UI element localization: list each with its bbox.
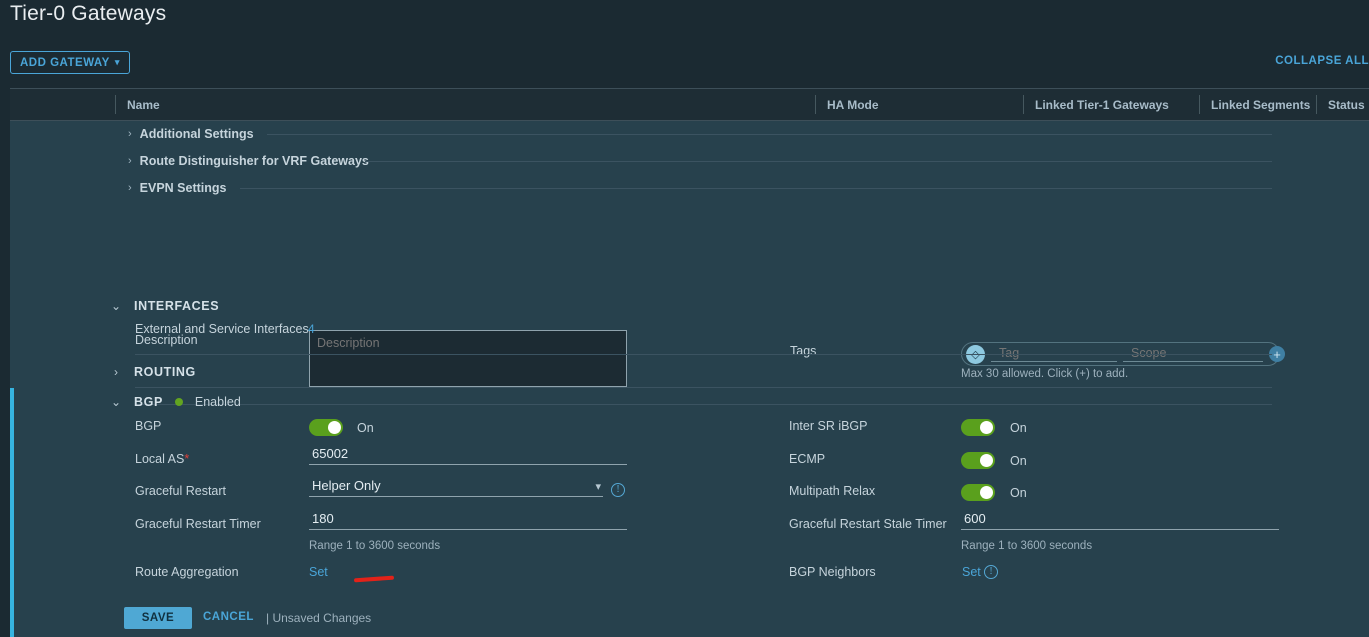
inter-sr-ibgp-state: On xyxy=(1010,421,1027,435)
graceful-restart-label: Graceful Restart xyxy=(135,484,227,498)
stale-timer-input[interactable] xyxy=(961,511,1279,530)
bgp-section-accent-bar xyxy=(10,388,14,637)
ecmp-toggle[interactable] xyxy=(961,452,995,469)
table-column-linked-tier1-gateways[interactable]: Linked Tier-1 Gateways xyxy=(1023,88,1199,121)
add-gateway-button[interactable]: ADD GATEWAY ▾ xyxy=(10,51,130,74)
divider xyxy=(135,404,1272,405)
chevron-right-icon: › xyxy=(128,182,132,194)
local-as-label: Local AS* xyxy=(135,452,189,466)
tags-label: Tags xyxy=(790,344,817,358)
section-label: ROUTING xyxy=(134,365,196,379)
unsaved-changes-label: | Unsaved Changes xyxy=(266,611,372,625)
multipath-relax-state: On xyxy=(1010,486,1027,500)
subsection-label: Additional Settings xyxy=(139,127,254,141)
annotation-underline-local-as xyxy=(353,575,395,583)
gateway-detail-panel: › Additional Settings › Route Distinguis… xyxy=(10,121,1369,637)
ecmp-label: ECMP xyxy=(789,452,826,466)
chevron-right-icon: › xyxy=(128,155,132,167)
table-column-blank[interactable] xyxy=(10,88,115,121)
graceful-restart-info-icon[interactable]: ! xyxy=(611,483,625,497)
section-label: INTERFACES xyxy=(134,299,220,313)
divider xyxy=(135,354,1272,355)
gateways-table-header: Name HA Mode Linked Tier-1 Gateways Link… xyxy=(10,88,1369,121)
page-title: Tier-0 Gateways xyxy=(10,2,167,25)
add-gateway-label: ADD GATEWAY xyxy=(20,56,110,69)
bgp-neighbors-info-icon[interactable]: ! xyxy=(984,565,998,579)
section-label: BGP xyxy=(134,395,163,409)
external-service-interfaces-count[interactable]: 4 xyxy=(308,322,315,336)
bgp-neighbors-label: BGP Neighbors xyxy=(789,565,876,579)
graceful-restart-timer-input[interactable] xyxy=(309,511,627,530)
save-button[interactable]: SAVE xyxy=(124,607,192,629)
bgp-status-dot xyxy=(174,398,183,406)
external-service-interfaces-label: External and Service Interfaces xyxy=(135,322,309,336)
tags-hint: Max 30 allowed. Click (+) to add. xyxy=(961,368,1129,380)
subsection-label: Route Distinguisher for VRF Gateways xyxy=(139,154,369,168)
route-aggregation-label: Route Aggregation xyxy=(135,565,239,579)
chevron-down-icon: ⌄ xyxy=(110,299,122,313)
chevron-right-icon: › xyxy=(114,365,118,379)
subsection-additional-settings[interactable]: › Additional Settings xyxy=(128,127,254,141)
inter-sr-ibgp-toggle[interactable] xyxy=(961,419,995,436)
divider xyxy=(365,161,1272,162)
stale-timer-label: Graceful Restart Stale Timer xyxy=(789,517,947,531)
chevron-down-icon: ▾ xyxy=(114,57,120,67)
table-column-status[interactable]: Status xyxy=(1316,88,1369,121)
bgp-status-text: Enabled xyxy=(194,395,241,409)
bgp-neighbors-set-link[interactable]: Set xyxy=(962,565,981,579)
ecmp-state: On xyxy=(1010,454,1027,468)
inter-sr-ibgp-label: Inter SR iBGP xyxy=(789,419,868,433)
subsection-label: EVPN Settings xyxy=(139,181,227,195)
cancel-button[interactable]: CANCEL xyxy=(203,611,254,623)
description-input[interactable] xyxy=(309,330,627,387)
chevron-down-icon: ▾ xyxy=(595,481,601,493)
route-aggregation-set-link[interactable]: Set xyxy=(309,565,328,579)
stale-timer-hint: Range 1 to 3600 seconds xyxy=(961,540,1093,552)
section-interfaces[interactable]: ⌄ INTERFACES xyxy=(110,299,219,313)
chevron-down-icon: ⌄ xyxy=(110,395,122,409)
divider xyxy=(240,188,1272,189)
local-as-label-text: Local AS xyxy=(135,452,185,466)
graceful-restart-timer-hint: Range 1 to 3600 seconds xyxy=(309,540,441,552)
bgp-toggle-label: BGP xyxy=(135,419,162,433)
multipath-relax-toggle[interactable] xyxy=(961,484,995,501)
bgp-toggle[interactable] xyxy=(309,419,343,436)
divider xyxy=(135,387,1272,388)
graceful-restart-select[interactable]: Helper Only ▾ xyxy=(309,478,603,497)
multipath-relax-label: Multipath Relax xyxy=(789,484,876,498)
collapse-all-button[interactable]: COLLAPSE ALL xyxy=(1275,55,1369,67)
bgp-toggle-state: On xyxy=(357,421,374,435)
table-column-linked-segments[interactable]: Linked Segments xyxy=(1199,88,1316,121)
graceful-restart-timer-label: Graceful Restart Timer xyxy=(135,517,261,531)
section-routing[interactable]: › ROUTING xyxy=(110,365,196,379)
graceful-restart-value: Helper Only xyxy=(312,478,381,493)
table-column-name[interactable]: Name xyxy=(115,88,815,121)
subsection-route-distinguisher[interactable]: › Route Distinguisher for VRF Gateways xyxy=(128,154,369,168)
section-bgp[interactable]: ⌄ BGP Enabled xyxy=(110,395,241,409)
chevron-right-icon: › xyxy=(128,128,132,140)
subsection-evpn-settings[interactable]: › EVPN Settings xyxy=(128,181,227,195)
required-asterisk: * xyxy=(184,452,190,466)
table-column-ha-mode[interactable]: HA Mode xyxy=(815,88,1023,121)
divider xyxy=(267,134,1272,135)
local-as-input[interactable] xyxy=(309,446,627,465)
